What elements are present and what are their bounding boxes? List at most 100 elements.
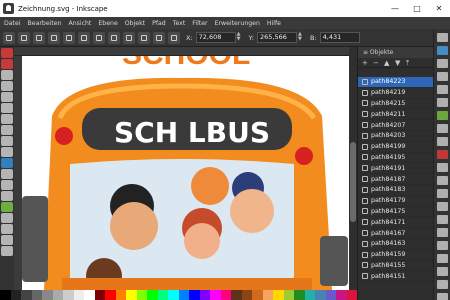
tool-button-0[interactable]: [1, 48, 13, 58]
object-row[interactable]: path84219: [358, 88, 434, 99]
palette-swatch-12[interactable]: [126, 290, 137, 300]
tool-button-3[interactable]: [1, 81, 13, 91]
menu-datei[interactable]: Datei: [4, 20, 21, 27]
command-button-20[interactable]: [437, 293, 448, 300]
object-row[interactable]: path84187: [358, 174, 434, 185]
object-row[interactable]: path84167: [358, 228, 434, 239]
rotate-ccw-button[interactable]: [48, 31, 60, 44]
menu-erweiterungen[interactable]: Erweiterungen: [215, 20, 260, 27]
palette-swatch-6[interactable]: [63, 290, 74, 300]
x-stepper[interactable]: ▲ ▼: [237, 32, 243, 43]
palette-swatch-30[interactable]: [315, 290, 326, 300]
palette-swatch-29[interactable]: [304, 290, 315, 300]
object-row[interactable]: path84195: [358, 153, 434, 164]
palette-swatch-32[interactable]: [336, 290, 347, 300]
tool-button-4[interactable]: [1, 92, 13, 102]
lower-button[interactable]: [123, 31, 135, 44]
command-button-9[interactable]: [437, 150, 448, 159]
object-row[interactable]: path84203: [358, 131, 434, 142]
command-button-16[interactable]: [437, 241, 448, 250]
object-row[interactable]: path84155: [358, 261, 434, 272]
command-button-18[interactable]: [437, 267, 448, 276]
palette-swatch-22[interactable]: [231, 290, 242, 300]
stroke-scale-button[interactable]: [168, 31, 180, 44]
palette-swatch-17[interactable]: [178, 290, 189, 300]
command-button-10[interactable]: [437, 163, 448, 172]
tool-button-17[interactable]: [1, 235, 13, 245]
palette-swatch-13[interactable]: [136, 290, 147, 300]
object-row[interactable]: path84223: [358, 77, 434, 88]
command-button-6[interactable]: [437, 111, 448, 120]
tool-button-2[interactable]: [1, 70, 13, 80]
vertical-scrollbar[interactable]: [349, 47, 357, 290]
tool-button-6[interactable]: [1, 114, 13, 124]
tool-button-14[interactable]: [1, 202, 13, 212]
object-row[interactable]: path84171: [358, 217, 434, 229]
tool-button-8[interactable]: [1, 136, 13, 146]
command-button-5[interactable]: [437, 98, 448, 107]
tool-button-18[interactable]: [1, 246, 13, 256]
object-row[interactable]: path84215: [358, 99, 434, 110]
palette-swatch-4[interactable]: [42, 290, 53, 300]
command-button-13[interactable]: [437, 202, 448, 211]
palette-swatch-14[interactable]: [147, 290, 158, 300]
select-all-layers-button[interactable]: [18, 31, 30, 44]
y-stepper[interactable]: ▲ ▼: [298, 32, 304, 43]
menu-hilfe[interactable]: Hilfe: [267, 20, 281, 27]
palette-swatch-19[interactable]: [199, 290, 210, 300]
object-row[interactable]: path84151: [358, 271, 434, 283]
menu-pfad[interactable]: Pfad: [152, 20, 166, 27]
command-button-12[interactable]: [437, 189, 448, 198]
palette-swatch-26[interactable]: [273, 290, 284, 300]
command-button-7[interactable]: [437, 124, 448, 133]
palette-swatch-9[interactable]: [94, 290, 105, 300]
palette-swatch-27[interactable]: [283, 290, 294, 300]
palette-swatch-23[interactable]: [241, 290, 252, 300]
menu-filter[interactable]: Filter: [192, 20, 207, 27]
tool-button-11[interactable]: [1, 169, 13, 179]
tool-button-7[interactable]: [1, 125, 13, 135]
rotate-cw-button[interactable]: [63, 31, 75, 44]
tool-button-9[interactable]: [1, 147, 13, 157]
move-up-icon[interactable]: ▲: [384, 59, 390, 66]
object-row[interactable]: path84183: [358, 185, 434, 196]
palette-swatch-18[interactable]: [189, 290, 200, 300]
palette-swatch-21[interactable]: [220, 290, 231, 300]
command-button-1[interactable]: [437, 46, 448, 55]
drawing-canvas[interactable]: SCHOOL SCH LBUS: [22, 56, 349, 290]
raise-button[interactable]: [108, 31, 120, 44]
menu-ebene[interactable]: Ebene: [98, 20, 117, 27]
palette-swatch-15[interactable]: [157, 290, 168, 300]
lower-bottom-button[interactable]: [153, 31, 165, 44]
tool-button-15[interactable]: [1, 213, 13, 223]
object-row[interactable]: path84175: [358, 207, 434, 218]
palette-swatch-5[interactable]: [52, 290, 63, 300]
palette-swatch-25[interactable]: [262, 290, 273, 300]
palette-swatch-33[interactable]: [346, 290, 357, 300]
palette-swatch-20[interactable]: [210, 290, 221, 300]
palette-swatch-2[interactable]: [21, 290, 32, 300]
tool-button-10[interactable]: [1, 158, 13, 168]
close-button[interactable]: ✕: [428, 0, 450, 17]
minimize-button[interactable]: —: [384, 0, 406, 17]
x-input[interactable]: 72,608: [195, 32, 236, 43]
palette-swatch-0[interactable]: [0, 290, 11, 300]
palette-swatch-28[interactable]: [294, 290, 305, 300]
tool-button-12[interactable]: [1, 180, 13, 190]
vertical-scrollbar-thumb[interactable]: [350, 142, 356, 222]
flip-vertical-button[interactable]: [93, 31, 105, 44]
palette-swatch-3[interactable]: [31, 290, 42, 300]
tool-button-16[interactable]: [1, 224, 13, 234]
command-button-2[interactable]: [437, 59, 448, 68]
palette-swatch-11[interactable]: [115, 290, 126, 300]
command-button-19[interactable]: [437, 280, 448, 289]
remove-object-icon[interactable]: −: [373, 59, 379, 66]
object-row[interactable]: path84179: [358, 196, 434, 207]
object-row[interactable]: path84191: [358, 163, 434, 175]
command-button-15[interactable]: [437, 228, 448, 237]
add-object-icon[interactable]: +: [362, 59, 368, 66]
palette-swatch-1[interactable]: [10, 290, 21, 300]
move-down-icon[interactable]: ▼: [395, 59, 401, 66]
menu-bearbeiten[interactable]: Bearbeiten: [28, 20, 62, 27]
tool-button-13[interactable]: [1, 191, 13, 201]
